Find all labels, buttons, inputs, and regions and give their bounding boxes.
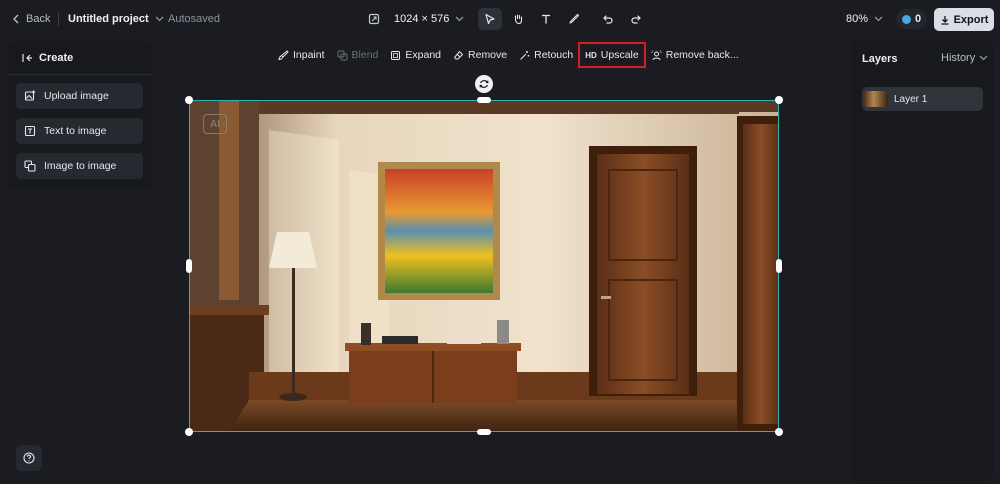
create-panel: Create Upload image Text to image Image …: [8, 41, 152, 189]
upload-image-icon: [24, 90, 36, 101]
help-question-icon: [23, 452, 35, 464]
magic-wand-icon: [520, 50, 530, 60]
zoom-dropdown[interactable]: 80%: [846, 0, 883, 38]
retouch-label: Retouch: [534, 49, 574, 61]
layer-item[interactable]: Layer 1: [862, 87, 983, 111]
undo-button[interactable]: [596, 8, 620, 30]
redo-icon: [631, 15, 641, 24]
pen-icon: [569, 13, 580, 24]
inpaint-button[interactable]: Inpaint: [272, 43, 331, 67]
credits-badge[interactable]: 0: [896, 9, 928, 29]
upscale-label: Upscale: [600, 49, 639, 61]
upload-image-button[interactable]: Upload image: [16, 83, 143, 109]
expand-label: Expand: [405, 49, 442, 61]
resize-canvas-button[interactable]: [368, 0, 380, 38]
history-controls: [596, 8, 648, 30]
remove-label: Remove: [468, 49, 508, 61]
inpaint-label: Inpaint: [293, 49, 325, 61]
select-tool[interactable]: [478, 8, 502, 30]
undo-icon: [603, 15, 613, 24]
resize-handle-left[interactable]: [186, 259, 192, 273]
chevron-down-icon: [155, 16, 164, 22]
text-t-icon: [542, 14, 550, 24]
resize-handle-top[interactable]: [477, 97, 491, 103]
hand-tool[interactable]: [506, 8, 530, 30]
project-title: Untitled project: [68, 13, 149, 25]
divider: [58, 12, 59, 26]
export-button[interactable]: Export: [934, 8, 994, 31]
create-title: Create: [39, 52, 74, 64]
layer-thumbnail: [864, 91, 888, 107]
canvas-image[interactable]: AI: [189, 100, 779, 432]
layers-tab[interactable]: Layers: [862, 53, 897, 65]
room-image: [189, 100, 779, 432]
autosave-status: Autosaved: [168, 13, 220, 25]
brush-tool[interactable]: [562, 8, 586, 30]
back-label: Back: [26, 13, 51, 25]
eraser-icon: [453, 50, 464, 59]
resize-handle-top-right[interactable]: [775, 96, 783, 104]
remove-background-label: Remove back...: [665, 49, 739, 61]
resize-handle-top-left[interactable]: [185, 96, 193, 104]
ai-watermark: AI: [203, 114, 227, 134]
chevron-down-icon: [874, 16, 883, 22]
chevron-left-icon: [13, 14, 19, 24]
back-button[interactable]: Back: [12, 0, 50, 38]
image-to-image-icon: [24, 160, 36, 172]
text-image-icon: [24, 125, 36, 137]
divider: [8, 74, 152, 75]
expand-button[interactable]: Expand: [384, 43, 447, 67]
canvas-size: 1024 × 576: [394, 13, 450, 25]
create-panel-header[interactable]: Create: [22, 52, 73, 64]
blend-button[interactable]: Blend: [331, 43, 385, 67]
layer-name: Layer 1: [894, 93, 928, 105]
history-tab[interactable]: History: [941, 52, 988, 64]
canvas-size-dropdown[interactable]: 1024 × 576: [394, 0, 464, 38]
chevron-down-icon: [455, 16, 464, 22]
text-to-image-label: Text to image: [44, 125, 107, 137]
resize-handle-right[interactable]: [776, 259, 782, 273]
collapse-left-icon: [22, 54, 32, 62]
credit-coin-icon: [902, 14, 911, 24]
hand-icon: [514, 14, 523, 25]
cursor-arrow-icon: [485, 13, 495, 25]
blend-label: Blend: [351, 49, 379, 61]
zoom-level: 80%: [846, 13, 869, 25]
download-icon: [941, 15, 949, 25]
credits-count: 0: [915, 13, 922, 25]
resize-handle-bottom-left[interactable]: [185, 428, 193, 436]
remove-background-button[interactable]: Remove back...: [645, 43, 745, 67]
help-button[interactable]: [16, 445, 42, 471]
expand-icon: [391, 50, 401, 60]
top-bar: Back Untitled project Autosaved 1024 × 5…: [0, 0, 1000, 38]
edit-toolbar: Inpaint Blend Expand Remove Retouch HD U…: [272, 42, 745, 68]
rotate-icon: [479, 80, 489, 88]
upload-image-label: Upload image: [44, 90, 109, 102]
history-label: History: [941, 52, 976, 64]
retouch-button[interactable]: Retouch: [513, 43, 579, 67]
resize-handle-bottom-right[interactable]: [775, 428, 783, 436]
layers-panel: Layers History Layer 1: [851, 41, 994, 481]
tool-group: [478, 8, 586, 30]
blend-icon: [337, 50, 348, 60]
export-label: Export: [953, 13, 989, 26]
resize-handle-bottom[interactable]: [477, 429, 491, 435]
project-title-dropdown[interactable]: Untitled project: [68, 0, 164, 38]
text-to-image-button[interactable]: Text to image: [16, 118, 143, 144]
rotate-handle[interactable]: [475, 75, 493, 93]
chevron-down-icon: [979, 55, 988, 61]
image-to-image-label: Image to image: [44, 160, 117, 172]
remove-background-icon: [651, 50, 662, 60]
image-to-image-button[interactable]: Image to image: [16, 153, 143, 179]
resize-icon: [368, 13, 380, 25]
redo-button[interactable]: [624, 8, 648, 30]
text-tool[interactable]: [534, 8, 558, 30]
hd-icon: HD: [585, 50, 597, 60]
inpaint-brush-icon: [278, 49, 289, 60]
upscale-button[interactable]: HD Upscale: [578, 42, 646, 68]
remove-button[interactable]: Remove: [447, 43, 513, 67]
